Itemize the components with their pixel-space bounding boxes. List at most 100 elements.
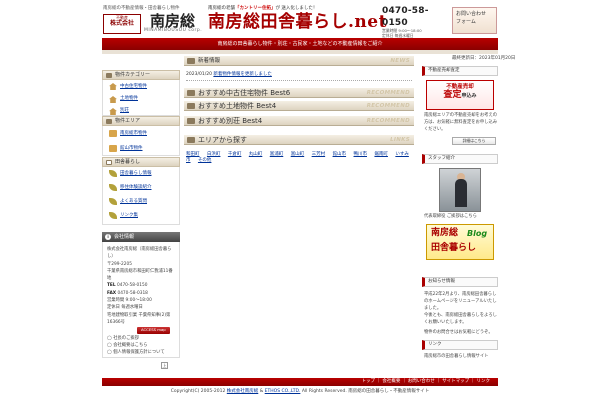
area-tag[interactable]: 丸山町 <box>249 152 263 157</box>
category-item-villa[interactable]: 別荘 <box>103 105 179 116</box>
footer-nav[interactable]: トップ ｜ 会社概要 ｜ お問い合わせ ｜ サイトマップ ｜ リンク <box>102 378 498 386</box>
satei-line2: 査定 <box>443 90 462 101</box>
recommend-land-title: おすすめ土地物件 Best4 <box>198 102 277 110</box>
recommend-houses-title: おすすめ中古住宅物件 Best6 <box>198 89 291 97</box>
copyright: Copyright(C) 2005-2012 株式会社南房総 & ETHOS C… <box>102 389 498 395</box>
area-tag[interactable]: 白浜町 <box>207 152 221 157</box>
area-item-minamiboso[interactable]: 南房総市物件 <box>103 126 179 141</box>
info-link-privacy[interactable]: ◯ 個人情報保護方針について <box>107 349 175 356</box>
satei-banner[interactable]: 不動産売却 査定申込み <box>426 80 494 110</box>
fax-value: 0470-58-0318 <box>117 290 148 296</box>
leaf-icon <box>109 198 117 205</box>
news-icon <box>187 103 195 109</box>
info-closed: 定休日 毎週水曜日 <box>107 305 143 311</box>
area-tag[interactable]: 富山町 <box>291 152 305 157</box>
satei-head: 不動産売却査定 <box>422 66 498 76</box>
inaka-item-label: 田舎暮らし情報 <box>120 171 152 176</box>
copyright-ethos-link[interactable]: ETHOS CO.,LTD. <box>265 389 301 394</box>
category-item-label: 土地物件 <box>120 96 138 101</box>
company-logo-roman: MINAMIBOUSOU corp. <box>144 28 203 33</box>
recommend-label: RECOMMEND <box>366 118 410 124</box>
header-tagline: 南房総の不動産情報・田舎暮らし物件 <box>103 6 180 11</box>
link-text[interactable]: 南房総市の田舎暮らし情報サイト <box>424 354 498 361</box>
area-tag[interactable]: その他 <box>198 158 212 163</box>
logo-seal-mid: 株式会社 <box>109 20 134 28</box>
area-links-title: エリアから探す <box>198 136 247 144</box>
detail-button[interactable]: 詳細はこちら <box>452 137 496 145</box>
last-updated: 最終更新日：2023年01月20日 <box>452 56 516 61</box>
left-box-category-head: 物件カテゴリー <box>102 70 180 80</box>
recommend-label: RECOMMEND <box>366 103 410 109</box>
news-icon <box>187 118 195 124</box>
notice-text-2: 今後とも、南房総田舎暮らしをよろしくお願いいたします。 <box>424 313 497 325</box>
news-title: 新着情報 <box>198 58 221 64</box>
left-box-area-title: 物件エリア <box>115 118 141 124</box>
news-item: 2023/01/20 新着物件情報を更新しました <box>186 72 272 78</box>
info-link-label: 個人情報保護方針について <box>113 350 165 356</box>
staff-photo[interactable] <box>439 168 481 212</box>
sub-band <box>102 50 498 54</box>
news-link[interactable]: 新着物件情報を更新しました <box>213 72 272 77</box>
copyright-suffix: All Rights Reserved. <box>301 389 347 394</box>
info-link-company[interactable]: ◯ 会社概要はこちら <box>107 342 175 349</box>
fax-label: FAX <box>107 290 117 296</box>
recommend-houses-head[interactable]: おすすめ中古住宅物件 Best6 RECOMMEND <box>184 88 414 98</box>
area-links-head: エリアから探す LINKS <box>184 135 414 145</box>
info-tel: TEL 0470-58-0150 <box>107 282 175 289</box>
news-date: 2023/01/20 <box>186 72 212 77</box>
copyright-company-link[interactable]: 株式会社南房総 <box>227 389 259 394</box>
recommend-villa-title: おすすめ別荘 Best4 <box>198 117 263 125</box>
info-link-greeting[interactable]: ◯ 社長のご挨拶 <box>107 335 175 342</box>
page-top-button[interactable]: 上 <box>161 362 168 369</box>
category-item-land[interactable]: 土地物件 <box>103 93 179 105</box>
info-company: 株式会社南房総（南房総田舎暮らし） <box>107 247 172 260</box>
link-head: リンク <box>422 340 498 350</box>
contact-form-button[interactable]: お問い合わせ フォーム <box>452 7 497 34</box>
search-icon <box>106 73 112 78</box>
house-icon <box>109 108 117 115</box>
category-item-label: 別荘 <box>120 108 129 113</box>
tel-value: 0470-58-0150 <box>116 283 148 289</box>
area-item-tateyama[interactable]: 館山市物件 <box>103 141 179 156</box>
area-tag[interactable]: 三芳村 <box>312 152 326 157</box>
area-tag[interactable]: 和田町 <box>186 152 200 157</box>
category-item-label: 中古住宅物件 <box>120 84 147 89</box>
inaka-item-label: リンク集 <box>120 213 138 218</box>
blog-banner[interactable]: 南房総 Blog 田舎暮らし <box>426 224 494 260</box>
category-item-used-house[interactable]: 中古住宅物件 <box>103 80 179 93</box>
area-tag[interactable]: 鴨川市 <box>354 152 368 157</box>
recommend-villa-head[interactable]: おすすめ別荘 Best4 RECOMMEND <box>184 116 414 126</box>
area-tag[interactable]: 館山市 <box>333 152 347 157</box>
left-box-inaka-title: 田舎暮らし <box>115 159 141 165</box>
tel-label: TEL <box>107 283 116 289</box>
house-icon <box>109 83 117 90</box>
inaka-item-stories[interactable]: 移住体験談紹介 <box>103 181 179 195</box>
left-box-inaka-head: 田舎暮らし <box>102 157 180 167</box>
area-tag-list: 和田町 白浜町 千倉町 丸山町 富浦町 富山町 三芳村 館山市 鴨川市 鋸南町 … <box>186 152 414 164</box>
phone-box: 0470-58-0150 営業時間 9:00〜18:00 定休日 毎週水曜日 <box>382 6 452 38</box>
company-logo-seal[interactable]: 不動産 株式会社 <box>103 14 141 34</box>
area-tag[interactable]: 千倉町 <box>228 152 242 157</box>
left-box-category-title: 物件カテゴリー <box>115 72 151 78</box>
notice-text-3: 物件のお問合せはお気軽にどうぞ。 <box>424 330 493 335</box>
leaf-icon <box>109 212 117 219</box>
news-icon <box>187 90 195 96</box>
inaka-item-info[interactable]: 田舎暮らし情報 <box>103 167 179 181</box>
info-fax: FAX 0470-58-0318 <box>107 290 175 297</box>
area-tag[interactable]: 富浦町 <box>270 152 284 157</box>
area-tag[interactable]: 鋸南町 <box>374 152 388 157</box>
staff-caption[interactable]: 代表取締役 ご挨拶はこちら <box>424 214 498 221</box>
staff-head: スタッフ紹介 <box>422 154 498 164</box>
info-address: 千葉県南房総市和田町仁我浦11番地 <box>107 268 173 282</box>
inaka-item-faq[interactable]: よくある質問 <box>103 195 179 209</box>
info-zip: 〒299-2205 <box>107 261 132 267</box>
info-icon: i <box>105 234 111 240</box>
phone-number: 0470-58-0150 <box>382 6 429 28</box>
recommend-land-head[interactable]: おすすめ土地物件 Best4 RECOMMEND <box>184 101 414 111</box>
site-title[interactable]: 南房総田舎暮らし.net <box>208 11 387 33</box>
leaf-icon <box>109 170 117 177</box>
access-map-button[interactable]: ACCESS map <box>137 327 170 334</box>
blog-line2: Blog <box>467 229 488 238</box>
inaka-item-links[interactable]: リンク集 <box>103 209 179 223</box>
nav-band: 南房総の田舎暮らし物件・別荘・古民家・土地などの不動産情報をご紹介 <box>102 38 498 50</box>
